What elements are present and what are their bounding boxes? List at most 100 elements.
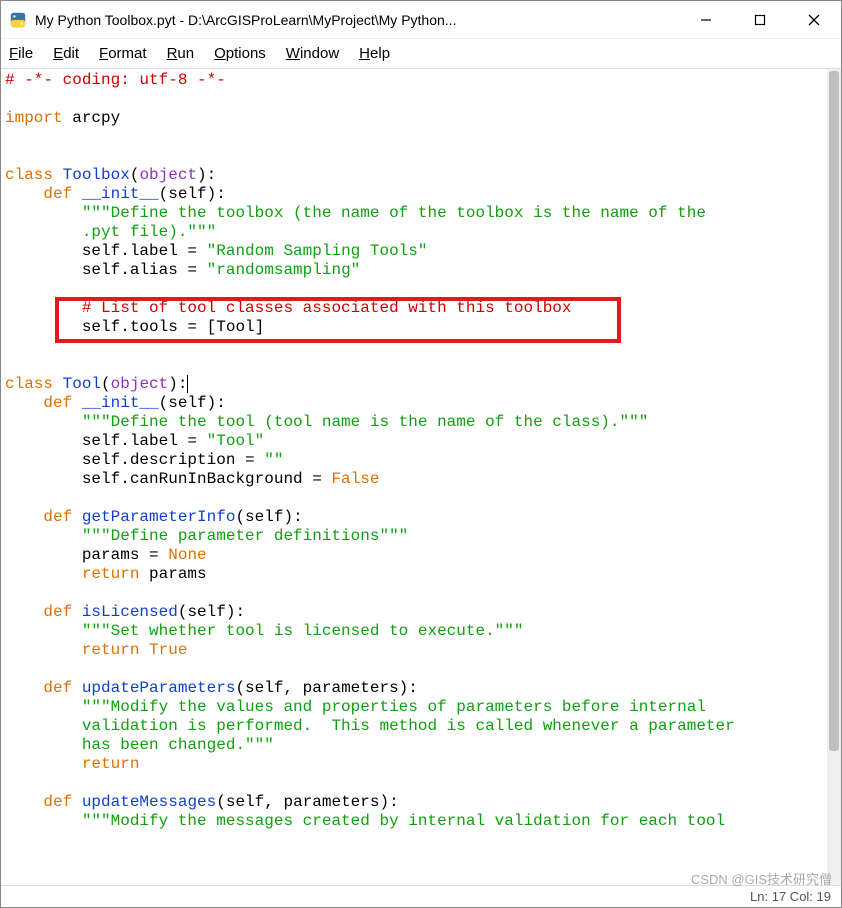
titlebar: My Python Toolbox.pyt - D:\ArcGISProLear…	[1, 1, 841, 39]
code-docstring: """Modify the values and properties of p…	[82, 698, 706, 716]
menu-help[interactable]: Help	[359, 45, 390, 62]
code-comment: # List of tool classes associated with t…	[82, 299, 572, 317]
code-keyword: def	[43, 508, 72, 526]
editor-area: # -*- coding: utf-8 -*- import arcpy cla…	[1, 69, 841, 885]
maximize-button[interactable]	[733, 2, 787, 38]
code-keyword: return	[82, 641, 140, 659]
code-docstring: """Modify the messages created by intern…	[82, 812, 725, 830]
code-builtin: object	[111, 375, 169, 393]
code-docstring: validation is performed. This method is …	[82, 717, 735, 735]
code-text: (self):	[235, 508, 302, 526]
code-indent	[5, 717, 82, 735]
code-indent	[5, 622, 82, 640]
code-builtin: True	[149, 641, 187, 659]
code-string: ""	[264, 451, 283, 469]
code-indent	[5, 527, 82, 545]
code-indent	[5, 603, 43, 621]
code-keyword: def	[43, 394, 72, 412]
code-keyword: def	[43, 679, 72, 697]
code-classname: Tool	[53, 375, 101, 393]
code-docstring: .pyt file)."""	[82, 223, 216, 241]
code-text: self.label =	[5, 432, 207, 450]
code-docstring: """Define parameter definitions"""	[82, 527, 408, 545]
minimize-button[interactable]	[679, 2, 733, 38]
vertical-scrollbar[interactable]	[827, 69, 841, 885]
code-docstring: """Define the toolbox (the name of the t…	[82, 204, 706, 222]
code-text: (	[101, 375, 111, 393]
code-funcname: getParameterInfo	[72, 508, 235, 526]
menubar: File Edit Format Run Options Window Help	[1, 39, 841, 69]
close-button[interactable]	[787, 2, 841, 38]
code-keyword: class	[5, 166, 53, 184]
code-classname: Toolbox	[53, 166, 130, 184]
code-keyword: return	[82, 755, 140, 773]
code-docstring: """Define the tool (tool name is the nam…	[82, 413, 649, 431]
code-indent	[5, 185, 43, 203]
code-funcname: isLicensed	[72, 603, 178, 621]
code-indent	[5, 204, 82, 222]
code-builtin: None	[168, 546, 206, 564]
code-text: (self):	[159, 185, 226, 203]
code-text: self.description =	[5, 451, 264, 469]
code-keyword: def	[43, 603, 72, 621]
code-funcname: __init__	[72, 394, 158, 412]
code-indent	[5, 679, 43, 697]
code-text: self.canRunInBackground =	[5, 470, 331, 488]
code-text: (self, parameters):	[216, 793, 398, 811]
text-cursor	[187, 375, 188, 393]
code-funcname: updateParameters	[72, 679, 235, 697]
code-string: "Random Sampling Tools"	[207, 242, 428, 260]
code-text: self.alias =	[5, 261, 207, 279]
code-text: ):	[168, 375, 187, 393]
code-indent	[5, 394, 43, 412]
code-text: (	[130, 166, 140, 184]
code-text: arcpy	[63, 109, 121, 127]
code-indent	[5, 698, 82, 716]
code-indent	[5, 641, 82, 659]
code-editor[interactable]: # -*- coding: utf-8 -*- import arcpy cla…	[1, 69, 827, 885]
code-keyword: def	[43, 185, 72, 203]
code-text: params =	[5, 546, 168, 564]
code-indent	[5, 223, 82, 241]
code-text: self.tools = [Tool]	[5, 318, 264, 336]
code-line: # -*- coding: utf-8 -*-	[5, 71, 226, 89]
code-funcname: updateMessages	[72, 793, 216, 811]
menu-edit[interactable]: Edit	[53, 45, 79, 62]
code-indent	[5, 565, 82, 583]
cursor-position: Ln: 17 Col: 19	[750, 889, 831, 904]
code-text: ):	[197, 166, 216, 184]
code-keyword: class	[5, 375, 53, 393]
menu-options[interactable]: Options	[214, 45, 266, 62]
code-keyword: def	[43, 793, 72, 811]
window-controls	[679, 2, 841, 38]
menu-run[interactable]: Run	[167, 45, 195, 62]
code-text: (self):	[178, 603, 245, 621]
code-builtin: False	[331, 470, 379, 488]
code-indent	[5, 755, 82, 773]
statusbar: Ln: 17 Col: 19	[1, 885, 841, 907]
code-text: (self, parameters):	[235, 679, 417, 697]
menu-window[interactable]: Window	[286, 45, 339, 62]
code-string: "randomsampling"	[207, 261, 361, 279]
code-indent	[5, 413, 82, 431]
menu-format[interactable]: Format	[99, 45, 147, 62]
code-text: self.label =	[5, 242, 207, 260]
code-text	[139, 641, 149, 659]
code-text: params	[139, 565, 206, 583]
code-indent	[5, 793, 43, 811]
code-docstring: """Set whether tool is licensed to execu…	[82, 622, 524, 640]
code-funcname: __init__	[72, 185, 158, 203]
code-docstring: has been changed."""	[82, 736, 274, 754]
code-indent	[5, 812, 82, 830]
code-indent	[5, 299, 82, 317]
code-keyword: import	[5, 109, 63, 127]
python-idle-icon	[9, 11, 27, 29]
window-title: My Python Toolbox.pyt - D:\ArcGISProLear…	[35, 12, 679, 28]
code-string: "Tool"	[207, 432, 265, 450]
scrollbar-thumb[interactable]	[829, 71, 839, 751]
menu-file[interactable]: File	[9, 45, 33, 62]
code-builtin: object	[139, 166, 197, 184]
code-indent	[5, 736, 82, 754]
code-indent	[5, 508, 43, 526]
code-text: (self):	[159, 394, 226, 412]
